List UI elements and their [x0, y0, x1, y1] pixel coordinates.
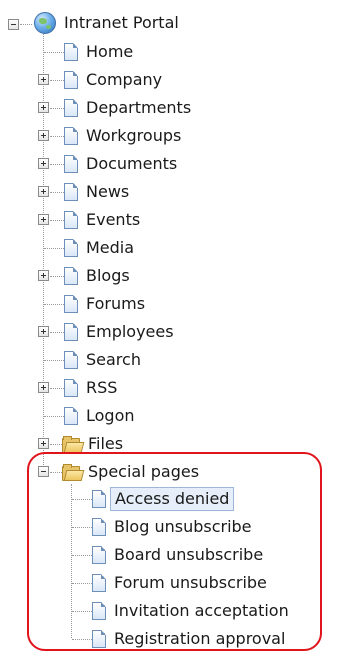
- tree-node-label: Company: [86, 70, 163, 89]
- tree-node-company[interactable]: Company: [64, 69, 164, 91]
- page-icon: [64, 183, 78, 201]
- tree-connector: [43, 34, 44, 477]
- tree-node-events[interactable]: Events: [64, 209, 142, 231]
- tree-connector: [50, 136, 64, 137]
- tree-node-label: RSS: [86, 378, 118, 397]
- tree-node-label: Workgroups: [86, 126, 182, 145]
- tree-node-rss[interactable]: RSS: [64, 377, 119, 399]
- globe-icon: [34, 12, 56, 34]
- tree-node-logon[interactable]: Logon: [64, 405, 137, 427]
- tree-node-documents[interactable]: Documents: [64, 153, 179, 175]
- tree-connector: [44, 304, 64, 305]
- tree-connector: [50, 80, 64, 81]
- tree-node-blogs[interactable]: Blogs: [64, 265, 132, 287]
- expand-toggle[interactable]: [38, 130, 49, 141]
- tree-node-label: Home: [86, 42, 134, 61]
- tree-node-employees[interactable]: Employees: [64, 321, 176, 343]
- tree-node-search[interactable]: Search: [64, 349, 143, 371]
- tree-connector: [44, 416, 64, 417]
- page-icon: [64, 379, 78, 397]
- expand-toggle[interactable]: [38, 186, 49, 197]
- page-icon: [64, 407, 78, 425]
- expand-toggle[interactable]: [38, 214, 49, 225]
- tree-node-root[interactable]: Intranet Portal: [34, 12, 181, 34]
- tree-connector: [50, 332, 64, 333]
- tree-node-label: News: [86, 182, 130, 201]
- tree-connector: [44, 360, 64, 361]
- page-icon: [64, 99, 78, 117]
- tree-connector: [20, 24, 32, 25]
- tree-connector: [50, 444, 62, 445]
- tree-connector: [44, 52, 64, 53]
- tree-node-label: Logon: [86, 406, 135, 425]
- page-icon: [64, 351, 78, 369]
- tree-node-label: Media: [86, 238, 135, 257]
- tree-node-label: Forums: [86, 294, 146, 313]
- tree-connector: [50, 388, 64, 389]
- page-icon: [64, 323, 78, 341]
- expand-toggle[interactable]: [38, 382, 49, 393]
- page-icon: [64, 155, 78, 173]
- tree-connector: [50, 164, 64, 165]
- page-icon: [64, 267, 78, 285]
- expand-toggle[interactable]: [38, 438, 49, 449]
- page-icon: [64, 43, 78, 61]
- page-icon: [64, 71, 78, 89]
- tree-node-label: Intranet Portal: [64, 13, 179, 32]
- tree-connector: [50, 276, 64, 277]
- page-icon: [64, 295, 78, 313]
- tree-node-forums[interactable]: Forums: [64, 293, 147, 315]
- tree-node-label: Search: [86, 350, 141, 369]
- tree-node-media[interactable]: Media: [64, 237, 136, 259]
- page-icon: [64, 239, 78, 257]
- tree-node-label: Documents: [86, 154, 178, 173]
- expand-toggle[interactable]: [38, 326, 49, 337]
- page-icon: [64, 127, 78, 145]
- content-tree: Intranet Portal Home Company Departments…: [0, 0, 341, 657]
- tree-node-label: Employees: [86, 322, 174, 341]
- expand-toggle[interactable]: [38, 74, 49, 85]
- tree-node-label: Departments: [86, 98, 192, 117]
- tree-connector: [50, 108, 64, 109]
- tree-node-home[interactable]: Home: [64, 41, 135, 63]
- expand-toggle[interactable]: [38, 270, 49, 281]
- tree-connector: [50, 220, 64, 221]
- expand-toggle[interactable]: [38, 158, 49, 169]
- tree-node-departments[interactable]: Departments: [64, 97, 193, 119]
- highlight-annotation: [27, 452, 322, 651]
- root-collapse-toggle[interactable]: [8, 19, 19, 30]
- tree-node-workgroups[interactable]: Workgroups: [64, 125, 183, 147]
- page-icon: [64, 211, 78, 229]
- tree-node-label: Events: [86, 210, 141, 229]
- tree-connector: [44, 248, 64, 249]
- tree-node-label: Blogs: [86, 266, 130, 285]
- expand-toggle[interactable]: [38, 102, 49, 113]
- folder-icon: [62, 436, 85, 453]
- tree-node-news[interactable]: News: [64, 181, 131, 203]
- tree-connector: [50, 192, 64, 193]
